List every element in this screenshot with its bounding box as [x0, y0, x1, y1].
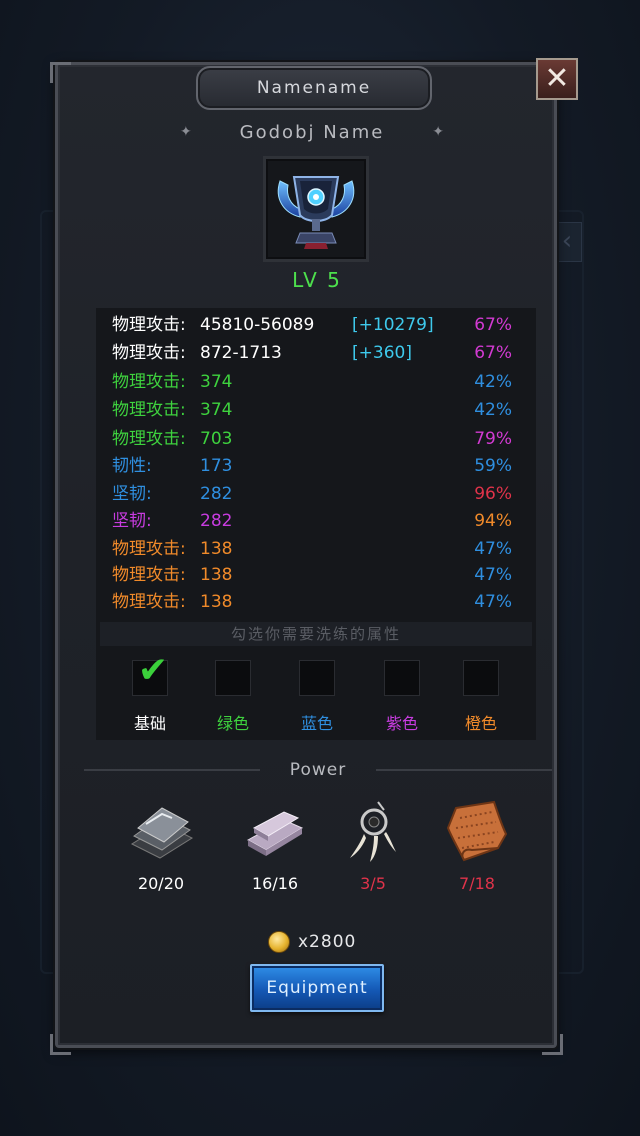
power-divider: Power: [84, 758, 552, 782]
stat-percent: 47%: [474, 539, 512, 559]
stat-percent: 79%: [474, 429, 512, 449]
filter-option[interactable]: 橙色: [451, 660, 511, 734]
stat-percent: 94%: [474, 511, 512, 531]
stat-row: 物理攻击: 703 79%: [112, 426, 524, 452]
stat-value: 703: [200, 429, 233, 449]
leather-scroll-icon: [446, 800, 508, 862]
stat-percent: 67%: [474, 343, 512, 363]
stat-label: 坚韧:: [112, 511, 152, 531]
stat-percent: 42%: [474, 372, 512, 392]
stat-percent: 67%: [474, 315, 512, 335]
item-name-row: ✦ Godobj Name ✦: [180, 118, 444, 146]
cost-display: x2800: [268, 928, 388, 956]
stat-value: 374: [200, 400, 233, 420]
stat-label: 物理攻击:: [112, 372, 186, 392]
material-slot[interactable]: 16/16: [230, 798, 320, 893]
equipment-button[interactable]: Equipment: [250, 964, 384, 1012]
stat-row: 物理攻击: 138 47%: [112, 536, 524, 562]
stat-percent: 47%: [474, 592, 512, 612]
power-title: Power: [289, 760, 347, 780]
material-slot[interactable]: 7/18: [432, 798, 522, 893]
filter-label: 蓝色: [300, 714, 333, 733]
stat-value: 282: [200, 484, 233, 504]
filter-option[interactable]: 绿色: [203, 660, 263, 734]
filter-checkbox[interactable]: [299, 660, 335, 696]
stat-label: 物理攻击:: [112, 343, 186, 363]
material-count: 20/20: [137, 874, 185, 893]
stat-percent: 96%: [474, 484, 512, 504]
stat-label: 坚韧:: [112, 484, 152, 504]
checkmark-icon: ✔: [137, 650, 169, 691]
material-count: 3/5: [360, 874, 386, 893]
stat-value: 374: [200, 372, 233, 392]
stat-row: 韧性: 173 59%: [112, 453, 524, 479]
fang-charm-icon: [350, 801, 396, 862]
item-level: LV 5: [292, 268, 342, 292]
filter-checkbox[interactable]: [384, 660, 420, 696]
filter-label: 橙色: [464, 714, 497, 733]
filter-checkbox[interactable]: [463, 660, 499, 696]
stat-row: 物理攻击: 45810-56089 [+10279] 67%: [112, 312, 524, 338]
stat-percent: 47%: [474, 565, 512, 585]
stat-value: 138: [200, 592, 233, 612]
stat-label: 物理攻击:: [112, 592, 186, 612]
material-slot[interactable]: 3/5: [328, 798, 418, 893]
filter-checkbox[interactable]: [215, 660, 251, 696]
filter-checkbox[interactable]: ✔: [132, 651, 168, 696]
stat-value: 45810-56089: [200, 315, 315, 335]
stat-value: 138: [200, 539, 233, 559]
material-count: 7/18: [459, 874, 495, 893]
sparkle-icon: ✦: [180, 124, 192, 140]
filter-option[interactable]: 蓝色: [287, 660, 347, 734]
silver-ingots-icon: [246, 811, 304, 856]
panel-corner-ornament: [50, 62, 71, 83]
stat-row: 坚韧: 282 94%: [112, 508, 524, 534]
panel-corner-ornament: [542, 1034, 563, 1055]
filter-option[interactable]: 紫色: [372, 660, 432, 734]
stat-row: 物理攻击: 138 47%: [112, 589, 524, 615]
stat-row: 物理攻击: 374 42%: [112, 397, 524, 423]
material-count: 16/16: [251, 874, 299, 893]
iron-plates-icon: [130, 807, 194, 859]
stat-label: 韧性:: [112, 456, 152, 476]
stat-label: 物理攻击:: [112, 400, 186, 420]
stat-bonus: [+10279]: [352, 315, 434, 335]
stat-value: 282: [200, 511, 233, 531]
stat-row: 坚韧: 282 96%: [112, 481, 524, 507]
stat-percent: 42%: [474, 400, 512, 420]
cost-amount: x2800: [298, 932, 357, 952]
filter-option[interactable]: ✔ 基础: [120, 651, 180, 734]
stat-value: 138: [200, 565, 233, 585]
filter-label: 基础: [133, 714, 166, 733]
stat-label: 物理攻击:: [112, 565, 186, 585]
panel-corner-ornament: [50, 1034, 71, 1055]
divider-line: [376, 769, 552, 771]
stat-label: 物理攻击:: [112, 539, 186, 559]
gold-coin-icon: [268, 931, 290, 953]
stat-row: 物理攻击: 138 47%: [112, 562, 524, 588]
stat-row: 物理攻击: 374 42%: [112, 369, 524, 395]
stat-value: 173: [200, 456, 233, 476]
item-icon-frame[interactable]: [263, 156, 369, 262]
stat-bonus: [+360]: [352, 343, 412, 363]
close-icon: ✕: [544, 61, 570, 96]
trophy-cup-icon: [277, 176, 355, 249]
divider-line: [84, 769, 260, 771]
stat-row: 物理攻击: 872-1713 [+360] 67%: [112, 340, 524, 366]
material-slot[interactable]: 20/20: [116, 798, 206, 893]
filter-label: 紫色: [385, 714, 418, 733]
refine-hint: 勾选你需要洗练的属性: [100, 622, 532, 646]
window-title: Namename: [196, 66, 432, 110]
sparkle-icon: ✦: [432, 124, 444, 140]
stat-label: 物理攻击:: [112, 315, 186, 335]
item-name: Godobj Name: [239, 121, 385, 143]
stat-value: 872-1713: [200, 343, 282, 363]
filter-label: 绿色: [216, 714, 249, 733]
stat-label: 物理攻击:: [112, 429, 186, 449]
close-button[interactable]: ✕: [536, 58, 578, 100]
stat-percent: 59%: [474, 456, 512, 476]
